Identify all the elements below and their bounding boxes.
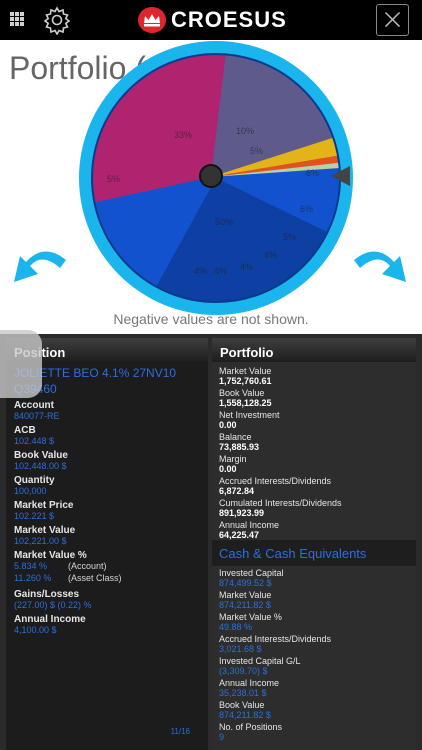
slice-label: 10%: [236, 126, 254, 136]
field-value: 64,225.47: [219, 530, 260, 540]
field-label: Annual Income: [219, 520, 280, 530]
field-label: Invested Capital: [219, 568, 284, 578]
field-value: 35,238.01 $: [219, 688, 267, 698]
field-value: 1,752,760.61: [219, 376, 272, 386]
field-label: ACB: [14, 425, 36, 436]
field-label: Market Value %: [14, 550, 87, 561]
close-icon: [384, 11, 401, 28]
field-value: 6,872.84: [219, 486, 255, 496]
field-label: Balance: [219, 432, 252, 442]
field-value: (227.00) $ (0.22) %: [14, 600, 92, 610]
field-value: 874,211.82 $: [219, 710, 271, 720]
field-label: Book Value: [219, 700, 265, 710]
field-tag: (Account): [68, 561, 107, 571]
field-value: 11.260 %: [14, 573, 52, 583]
market-value-pct-row: 5.834 % (Account): [6, 561, 208, 573]
rotate-left-arrow-icon[interactable]: [12, 238, 68, 294]
slice-label: 33%: [174, 130, 192, 140]
field-value: 874,211.82 $: [219, 600, 271, 610]
croesus-logo: CROESUS: [138, 7, 287, 33]
market-value-pct-row: 11.260 % (Asset Class): [6, 573, 208, 585]
position-pager: 11/16: [170, 727, 190, 736]
field-value: 100,000: [14, 486, 47, 496]
field-label: Annual Income: [219, 678, 280, 688]
field-label: Gains/Losses: [14, 589, 80, 600]
field-label: Accrued Interests/Dividends: [219, 476, 332, 486]
field-value: 1,558,128.25: [219, 398, 272, 408]
field-value: 102,221.00 $: [14, 536, 67, 546]
field-value: (3,309.70) $: [219, 666, 268, 676]
slice-label: 5%: [107, 174, 120, 184]
top-bar: CROESUS: [0, 0, 422, 40]
slice-label: 6%: [300, 204, 313, 214]
field-label: Accrued Interests/Dividends: [219, 634, 332, 644]
field-label: Market Value: [219, 590, 272, 600]
position-panel: Position JOLIETTE BEO 4.1% 27NV10 Q39460…: [6, 338, 208, 750]
portfolio-fields: Market Value 1,752,760.61 Book Value 1,5…: [212, 362, 416, 540]
slice-label: 5%: [250, 146, 263, 156]
slice-label: 4%: [240, 262, 253, 272]
slice-label: 6%: [306, 168, 319, 178]
field-label: Annual Income: [14, 614, 86, 625]
field-value: 5.834 %: [14, 561, 48, 571]
field-value[interactable]: 840077-RE: [6, 411, 208, 421]
field-value: 102,448.00 $: [14, 461, 67, 471]
portfolio-header: Portfolio: [212, 338, 416, 362]
slice-label: 5%: [283, 232, 296, 242]
field-value: 102.221 $: [14, 511, 55, 521]
field-label: No. of Positions: [219, 722, 283, 732]
field-label: Book Value: [14, 450, 68, 461]
cash-fields: Invested Capital 874,499.52 $ Market Val…: [212, 568, 416, 744]
details-panels: Position JOLIETTE BEO 4.1% 27NV10 Q39460…: [0, 334, 422, 750]
field-label: Margin: [219, 454, 247, 464]
field-label: Account: [14, 400, 54, 411]
crown-logo-icon: [138, 7, 166, 33]
field-label: Net Investment: [219, 410, 280, 420]
field-value: 891,923.99: [219, 508, 265, 518]
field-label: Market Price: [14, 500, 74, 511]
field-value: 0.00: [219, 464, 237, 474]
allocation-wheel[interactable]: 33% 10% 5% 5% 6% 6% 5% 4% 4% 4% 4% 50%: [78, 40, 354, 316]
field-value: 49.88 %: [219, 622, 253, 632]
rotate-right-arrow-icon[interactable]: [352, 238, 408, 294]
wheel-hub: [199, 164, 223, 188]
field-value: 4,100.00 $: [14, 625, 57, 635]
slice-label: 4%: [194, 266, 207, 276]
slice-label: 4%: [264, 250, 277, 260]
field-value: 102.448 $: [14, 436, 55, 446]
logo-text: CROESUS: [171, 7, 287, 32]
field-label: Invested Capital G/L: [219, 656, 301, 666]
close-button[interactable]: [376, 4, 409, 36]
grid-menu-icon[interactable]: [10, 12, 24, 26]
field-label: Book Value: [219, 388, 265, 398]
field-label: Quantity: [14, 475, 55, 486]
field-value: 3,021.68 $: [219, 644, 262, 654]
field-label: Market Value: [219, 366, 272, 376]
field-value: 874,499.52 $: [219, 578, 272, 588]
slice-label: 50%: [215, 217, 233, 227]
portfolio-panel: Portfolio Market Value 1,752,760.61 Book…: [212, 338, 416, 750]
gear-icon[interactable]: [42, 5, 72, 35]
swipe-handle[interactable]: [0, 330, 42, 398]
field-value: 9: [219, 732, 225, 742]
field-value: 0.00: [219, 420, 237, 430]
field-label: Market Value: [14, 525, 76, 536]
field-label: Market Value %: [219, 612, 282, 622]
field-tag: (Asset Class): [68, 573, 122, 583]
cash-header[interactable]: Cash & Cash Equivalents: [212, 540, 416, 566]
slice-label: 4%: [214, 266, 227, 276]
field-value: 73,885.93: [219, 442, 260, 452]
field-label: Cumulated Interests/Dividends: [219, 498, 342, 508]
